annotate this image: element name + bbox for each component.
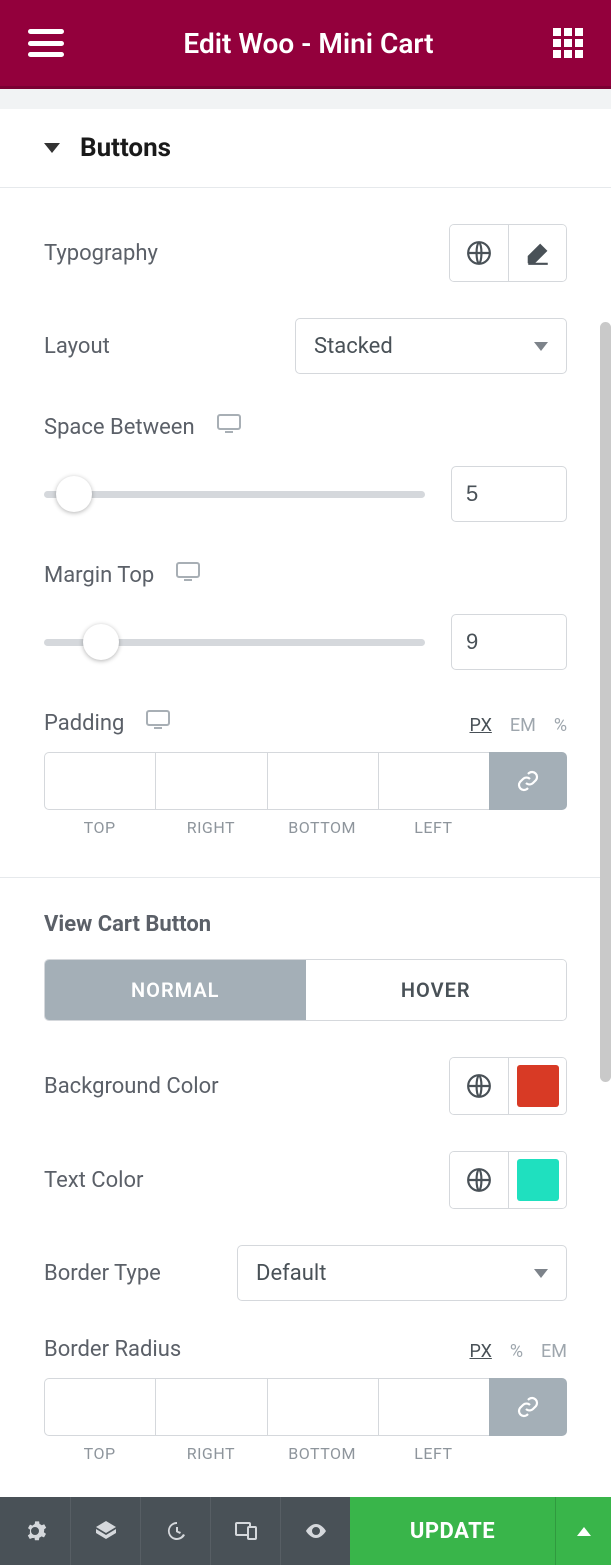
page-title: Edit Woo - Mini Cart bbox=[64, 27, 553, 60]
update-button[interactable]: UPDATE bbox=[350, 1497, 555, 1565]
radius-unit-pct[interactable]: % bbox=[510, 1341, 523, 1362]
responsive-mode-button[interactable] bbox=[210, 1497, 280, 1565]
apps-button[interactable] bbox=[553, 28, 583, 58]
padding-link-button[interactable] bbox=[489, 752, 567, 810]
padding-left-input[interactable] bbox=[378, 752, 489, 810]
layers-icon bbox=[94, 1519, 118, 1543]
padding-label: Padding bbox=[44, 711, 124, 736]
bg-color-globe-button[interactable] bbox=[450, 1058, 508, 1114]
bg-color-label: Background Color bbox=[44, 1074, 219, 1099]
tab-hover[interactable]: HOVER bbox=[306, 960, 567, 1020]
dim-right: RIGHT bbox=[155, 818, 266, 837]
layout-label: Layout bbox=[44, 334, 110, 359]
caret-down-icon bbox=[44, 143, 60, 153]
dim-bottom: BOTTOM bbox=[267, 818, 378, 837]
typography-globe-button[interactable] bbox=[450, 225, 508, 281]
link-icon bbox=[516, 769, 540, 793]
radius-unit-em[interactable]: EM bbox=[541, 1341, 567, 1362]
typography-edit-button[interactable] bbox=[508, 225, 566, 281]
layout-value: Stacked bbox=[314, 334, 393, 359]
dim-left: LEFT bbox=[378, 818, 489, 837]
globe-icon bbox=[466, 1167, 492, 1193]
padding-unit-pct[interactable]: % bbox=[554, 715, 567, 736]
radius-top-input[interactable] bbox=[44, 1378, 155, 1436]
gear-icon bbox=[23, 1519, 47, 1543]
space-between-slider[interactable] bbox=[56, 476, 92, 512]
scrollbar[interactable] bbox=[600, 322, 611, 1082]
responsive-button[interactable] bbox=[217, 414, 241, 440]
space-between-label: Space Between bbox=[44, 415, 195, 440]
border-type-label: Border Type bbox=[44, 1261, 161, 1286]
dim-right: RIGHT bbox=[155, 1444, 266, 1463]
padding-bottom-input[interactable] bbox=[267, 752, 378, 810]
border-type-value: Default bbox=[256, 1261, 326, 1286]
color-swatch bbox=[517, 1065, 559, 1107]
radius-right-input[interactable] bbox=[155, 1378, 266, 1436]
padding-unit-em[interactable]: EM bbox=[510, 715, 536, 736]
radius-bottom-input[interactable] bbox=[267, 1378, 378, 1436]
menu-button[interactable] bbox=[28, 29, 64, 57]
caret-up-icon bbox=[577, 1527, 591, 1536]
responsive-button[interactable] bbox=[176, 562, 200, 588]
dim-left: LEFT bbox=[378, 1444, 489, 1463]
dim-top: TOP bbox=[44, 818, 155, 837]
desktop-icon bbox=[217, 414, 241, 434]
text-color-label: Text Color bbox=[44, 1168, 144, 1193]
margin-top-slider[interactable] bbox=[83, 624, 119, 660]
chevron-down-icon bbox=[534, 1269, 548, 1278]
radius-unit-px[interactable]: PX bbox=[469, 1341, 491, 1362]
section-buttons-toggle[interactable]: Buttons bbox=[0, 109, 611, 188]
history-button[interactable] bbox=[140, 1497, 210, 1565]
preview-button[interactable] bbox=[280, 1497, 350, 1565]
color-swatch bbox=[517, 1159, 559, 1201]
desktop-icon bbox=[146, 710, 170, 730]
desktop-icon bbox=[176, 562, 200, 582]
navigator-button[interactable] bbox=[70, 1497, 140, 1565]
view-cart-heading: View Cart Button bbox=[44, 912, 567, 937]
settings-button[interactable] bbox=[0, 1497, 70, 1565]
link-icon bbox=[516, 1395, 540, 1419]
history-icon bbox=[164, 1519, 188, 1543]
border-type-select[interactable]: Default bbox=[237, 1245, 567, 1301]
radius-link-button[interactable] bbox=[489, 1378, 567, 1436]
typography-label: Typography bbox=[44, 241, 158, 266]
text-color-globe-button[interactable] bbox=[450, 1152, 508, 1208]
tab-normal[interactable]: NORMAL bbox=[45, 960, 306, 1020]
padding-right-input[interactable] bbox=[155, 752, 266, 810]
margin-top-input[interactable] bbox=[451, 614, 567, 670]
devices-icon bbox=[234, 1519, 258, 1543]
dim-bottom: BOTTOM bbox=[267, 1444, 378, 1463]
text-color-swatch-button[interactable] bbox=[508, 1152, 566, 1208]
globe-icon bbox=[466, 240, 492, 266]
globe-icon bbox=[466, 1073, 492, 1099]
section-title: Buttons bbox=[80, 133, 171, 163]
responsive-button[interactable] bbox=[146, 710, 170, 736]
layout-select[interactable]: Stacked bbox=[295, 318, 567, 374]
chevron-down-icon bbox=[534, 342, 548, 351]
padding-unit-px[interactable]: PX bbox=[469, 715, 491, 736]
pencil-icon bbox=[525, 240, 551, 266]
eye-icon bbox=[304, 1519, 328, 1543]
border-radius-label: Border Radius bbox=[44, 1337, 181, 1362]
padding-top-input[interactable] bbox=[44, 752, 155, 810]
radius-left-input[interactable] bbox=[378, 1378, 489, 1436]
space-between-input[interactable] bbox=[451, 466, 567, 522]
bg-color-swatch-button[interactable] bbox=[508, 1058, 566, 1114]
margin-top-label: Margin Top bbox=[44, 563, 154, 588]
update-options-button[interactable] bbox=[555, 1497, 611, 1565]
dim-top: TOP bbox=[44, 1444, 155, 1463]
